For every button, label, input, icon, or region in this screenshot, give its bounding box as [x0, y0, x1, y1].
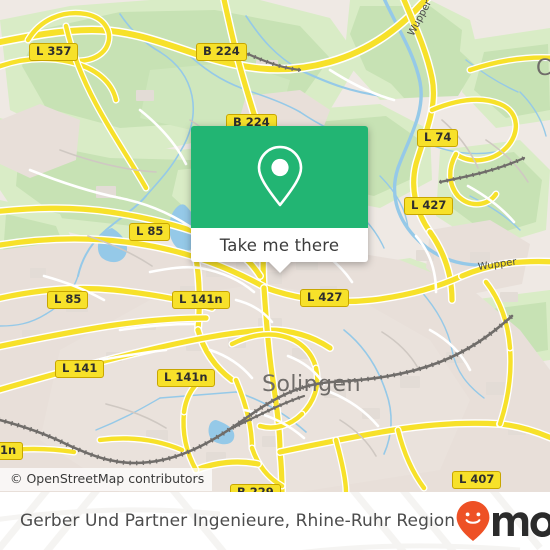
footer-row: Gerber Und Partner Ingenieure, Rhine-Ruh…	[0, 492, 550, 550]
moovit-smiling-pin-icon	[456, 501, 490, 541]
footer-bar: Gerber Und Partner Ingenieure, Rhine-Ruh…	[0, 492, 550, 550]
moovit-place-card: .lnd{fill:#efe9e4} .urb{fill:#e8dfd9} .u…	[0, 0, 550, 550]
moovit-logo[interactable]	[455, 500, 550, 542]
road-shield: 1n	[0, 442, 24, 460]
moovit-wordmark	[493, 512, 550, 537]
road-shield: L 357	[29, 43, 79, 61]
road-shield: L 407	[452, 471, 502, 489]
road-shield: L 85	[129, 223, 171, 241]
road-shield: L 427	[404, 197, 454, 215]
take-me-there-popup[interactable]: Take me there	[191, 126, 368, 273]
map-viewport[interactable]: .lnd{fill:#efe9e4} .urb{fill:#e8dfd9} .u…	[0, 0, 550, 492]
road-shield: L 141n	[157, 369, 215, 387]
place-title: Gerber Und Partner Ingenieure, Rhine-Ruh…	[20, 511, 456, 531]
road-shield: B 229	[230, 484, 281, 492]
location-pin-icon	[257, 145, 302, 207]
road-shield: L 74	[417, 129, 459, 147]
popup-cta-panel[interactable]: Take me there	[191, 228, 368, 262]
road-shield: L 427	[300, 289, 350, 307]
popup-tail	[268, 262, 291, 273]
road-shield: B 224	[196, 43, 247, 61]
take-me-there-label: Take me there	[219, 235, 340, 255]
road-shield: L 141n	[172, 291, 230, 309]
map-attribution[interactable]: © OpenStreetMap contributors	[0, 468, 213, 491]
road-shield: L 85	[47, 291, 89, 309]
popup-pin-panel	[191, 126, 368, 228]
road-shield: L 141	[55, 360, 105, 378]
